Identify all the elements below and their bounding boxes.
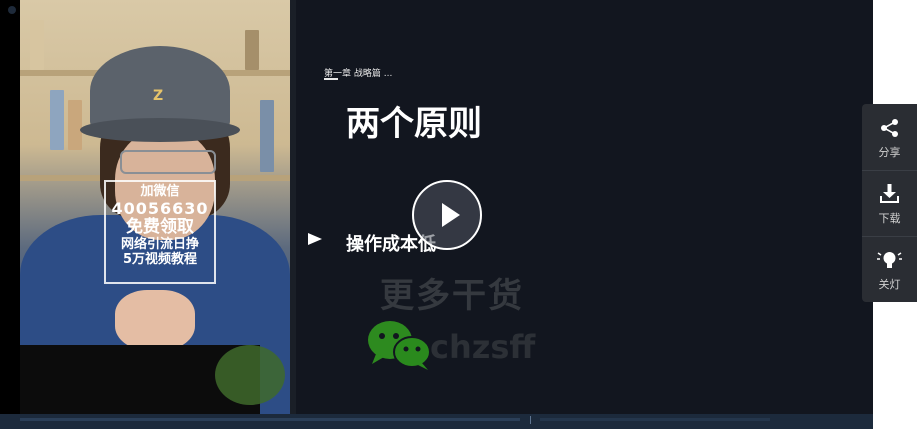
lights-off-label: 关灯 — [878, 278, 901, 291]
overlay-line: 40056630 — [111, 198, 209, 218]
wechat-overlay: 加微信 40056630 免费领取 网络引流日挣 5万视频教程 — [104, 180, 216, 284]
hands — [115, 290, 195, 350]
wechat-id: chzsff — [430, 328, 536, 366]
progress-buffer — [20, 418, 520, 421]
book — [30, 20, 44, 70]
side-toolbar: 分享 下载 关灯 — [862, 104, 917, 302]
progress-marker — [530, 416, 531, 424]
book — [68, 100, 82, 150]
bullet-arrow-icon — [308, 233, 322, 245]
plant — [215, 345, 285, 405]
play-button[interactable] — [412, 180, 482, 250]
play-icon — [442, 203, 460, 227]
edge-dot — [8, 6, 16, 14]
cap-brim — [80, 118, 240, 142]
cap-logo: Z — [153, 88, 164, 104]
overlay-line: 5万视频教程 — [122, 251, 198, 267]
presenter-video: Z 加微信 40056630 免费领取 网络引流日挣 5万视频教程 — [20, 0, 290, 414]
book — [50, 90, 64, 150]
overlay-line: 加微信 — [140, 184, 180, 199]
slide: 第一章 战略篇 ... 两个原则 操作成本低 更多干货 chzsff — [296, 0, 873, 414]
download-icon — [880, 184, 899, 203]
slide-title: 两个原则 — [346, 104, 482, 144]
book — [245, 30, 259, 70]
chapter-underline — [324, 78, 338, 80]
overlay-line: 网络引流日挣 — [120, 236, 199, 252]
wechat-logo-icon — [368, 321, 431, 370]
download-label: 下载 — [878, 212, 901, 225]
book — [260, 100, 274, 172]
share-button[interactable]: 分享 — [862, 104, 917, 170]
download-button[interactable]: 下载 — [862, 170, 917, 236]
lights-off-button[interactable]: 关灯 — [862, 236, 917, 302]
glasses — [120, 150, 216, 174]
progress-bar[interactable] — [0, 414, 873, 429]
progress-buffer — [540, 418, 770, 421]
share-icon — [881, 119, 898, 137]
left-edge — [0, 0, 20, 414]
overlay-line: 免费领取 — [126, 217, 194, 238]
promo-text: 更多干货 — [380, 276, 524, 316]
share-label: 分享 — [878, 146, 901, 159]
video-player[interactable]: Z 加微信 40056630 免费领取 网络引流日挣 5万视频教程 第一章 战略… — [0, 0, 873, 429]
lightbulb-icon — [877, 252, 902, 268]
